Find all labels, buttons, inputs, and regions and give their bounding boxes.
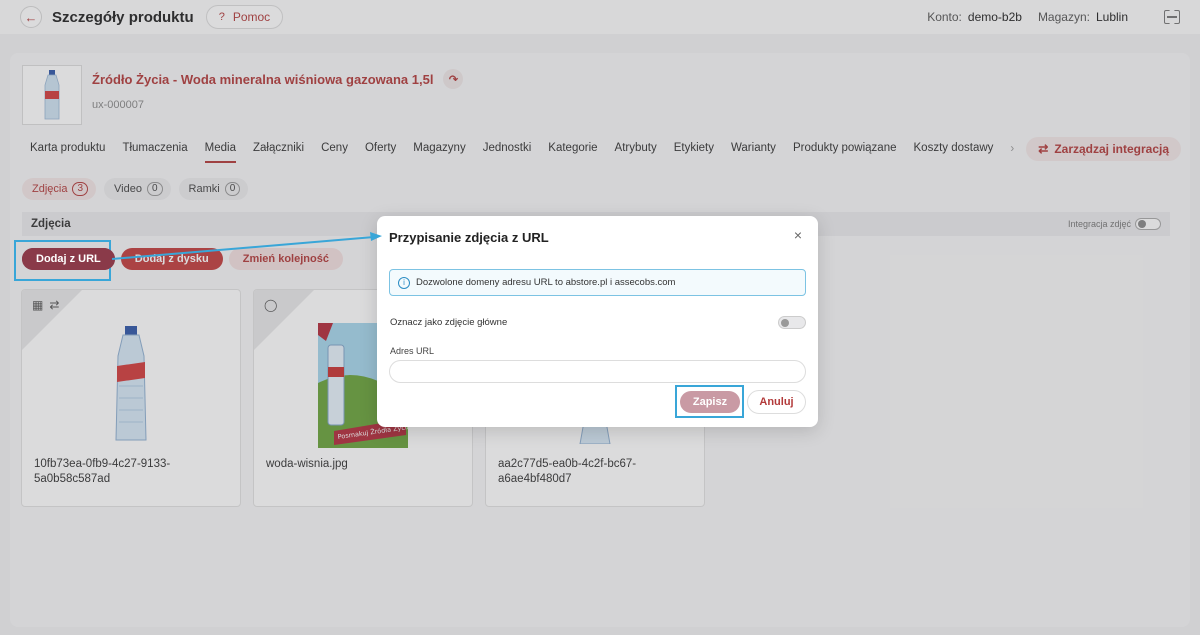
cancel-button[interactable]: Anuluj [747,390,806,414]
url-field-label: Adres URL [390,346,435,356]
info-text: Dozwolone domeny adresu URL to abstore.p… [416,277,676,288]
dialog-title: Przypisanie zdjęcia z URL [389,230,549,245]
save-button[interactable]: Zapisz [680,391,740,413]
allowed-domains-info: i Dozwolone domeny adresu URL to abstore… [389,269,806,296]
main-image-toggle[interactable] [778,316,806,329]
info-icon: i [398,276,410,289]
close-icon[interactable]: × [794,227,802,243]
add-from-url-button-highlighted[interactable]: Dodaj z URL [22,248,115,270]
add-from-url-button-focus[interactable]: Dodaj z URL [22,248,115,270]
main-image-label: Oznacz jako zdjęcie główne [390,317,508,328]
url-image-dialog: Przypisanie zdjęcia z URL × i Dozwolone … [377,216,818,427]
url-input[interactable] [389,360,806,383]
